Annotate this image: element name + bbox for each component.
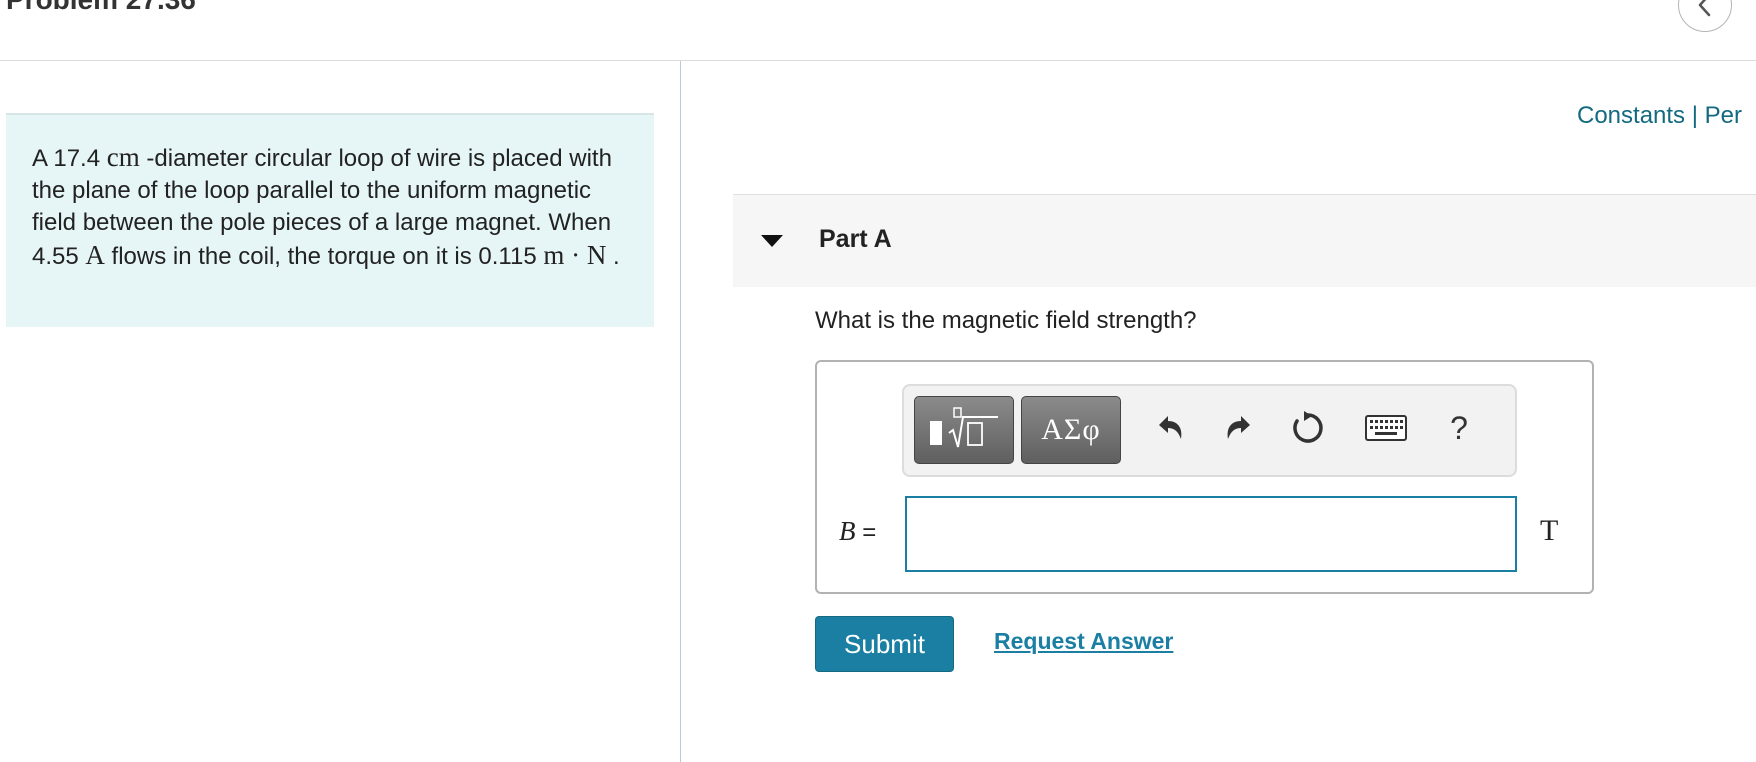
reset-icon xyxy=(1293,411,1323,443)
keyboard-icon xyxy=(1365,415,1407,441)
answer-box: ΑΣφ ? B = T xyxy=(815,360,1594,594)
question-text: What is the magnetic field strength? xyxy=(815,307,1197,334)
constants-link[interactable]: Constants | Per xyxy=(1577,102,1742,130)
variable-label: B = xyxy=(839,516,876,547)
symbols-button[interactable]: ΑΣφ xyxy=(1021,396,1121,464)
templates-icon xyxy=(930,407,998,448)
keyboard-button[interactable] xyxy=(1361,406,1411,450)
request-answer-link[interactable]: Request Answer xyxy=(994,628,1173,655)
problem-text: A 17.4 cm -diameter circular loop of wir… xyxy=(32,141,632,273)
reset-button[interactable] xyxy=(1286,406,1330,450)
help-button[interactable]: ? xyxy=(1437,406,1481,450)
templates-button[interactable] xyxy=(914,396,1014,464)
chevron-left-icon xyxy=(1698,0,1711,17)
submit-button[interactable]: Submit xyxy=(815,616,954,672)
redo-icon xyxy=(1227,416,1250,439)
unit-ampere: A xyxy=(85,240,105,270)
problem-text-part: . xyxy=(606,243,620,270)
redo-button[interactable] xyxy=(1216,406,1260,450)
part-a-header[interactable]: Part A xyxy=(733,194,1756,287)
unit-label: T xyxy=(1540,514,1559,547)
page: Problem 27.36 A 17.4 cm -diameter circul… xyxy=(0,0,1756,762)
header: Problem 27.36 xyxy=(0,0,1756,61)
answer-input[interactable] xyxy=(905,496,1517,572)
caret-down-icon[interactable] xyxy=(761,235,783,247)
symbols-label: ΑΣφ xyxy=(1041,413,1101,446)
unit-torque: m · N xyxy=(543,240,607,270)
back-button[interactable] xyxy=(1678,0,1732,32)
problem-text-part: flows in the coil, the torque on it is 0… xyxy=(104,243,544,270)
undo-icon xyxy=(1159,416,1182,439)
column-divider xyxy=(680,61,681,762)
unit-cm: cm xyxy=(106,142,140,172)
problem-text-part: A 17.4 xyxy=(32,145,107,172)
variable-symbol: B xyxy=(839,516,856,546)
math-toolbar: ΑΣφ ? xyxy=(902,384,1517,477)
page-title: Problem 27.36 xyxy=(6,0,196,16)
part-title: Part A xyxy=(819,225,892,253)
equals-sign: = xyxy=(862,519,877,546)
undo-button[interactable] xyxy=(1149,406,1193,450)
help-icon: ? xyxy=(1450,409,1468,446)
problem-statement-panel: A 17.4 cm -diameter circular loop of wir… xyxy=(6,113,654,327)
